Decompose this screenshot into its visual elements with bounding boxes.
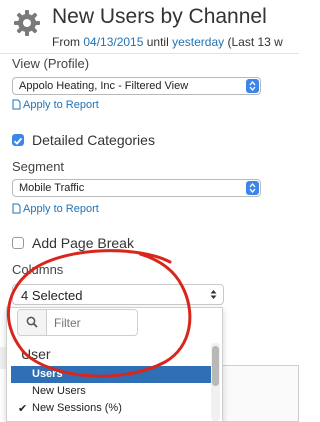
segment-select-toggle[interactable] xyxy=(246,181,259,195)
column-option-users[interactable]: Users xyxy=(11,366,211,383)
view-apply-link[interactable]: Apply to Report xyxy=(12,99,99,111)
columns-dropdown: User Users New Users ✔ New Sessions (%) xyxy=(6,307,223,422)
until-label: until xyxy=(146,35,169,49)
option-label: New Sessions (%) xyxy=(32,402,122,414)
page-break-label: Add Page Break xyxy=(32,235,134,251)
detailed-categories-checkbox[interactable] xyxy=(12,134,24,146)
segment-select-value: Mobile Traffic xyxy=(19,182,85,194)
view-select[interactable]: Appolo Heating, Inc - Filtered View xyxy=(12,77,261,95)
columns-label: Columns xyxy=(12,262,64,277)
filter-box xyxy=(17,309,138,336)
segment-apply-text: Apply to Report xyxy=(23,203,99,215)
page-title: New Users by Channel xyxy=(52,5,267,28)
filter-input[interactable] xyxy=(54,316,134,330)
until-date-link[interactable]: yesterday xyxy=(172,35,224,49)
checkmark-icon xyxy=(13,137,23,145)
option-label: Users xyxy=(32,368,63,380)
chevron-updown-icon xyxy=(210,290,217,299)
view-apply-text: Apply to Report xyxy=(23,99,99,111)
report-header: New Users by Channel From 04/13/2015 unt… xyxy=(0,0,299,54)
columns-multiselect[interactable]: 4 Selected xyxy=(12,284,224,305)
segment-apply-link[interactable]: Apply to Report xyxy=(12,203,99,215)
from-label: From xyxy=(52,35,80,49)
scrollbar-thumb[interactable] xyxy=(212,346,219,386)
checkmark-icon: ✔ xyxy=(18,403,28,415)
chevron-updown-icon xyxy=(249,183,256,193)
from-date-link[interactable]: 04/13/2015 xyxy=(83,35,143,49)
dropdown-scrollbar[interactable] xyxy=(211,343,220,421)
search-icon xyxy=(26,316,38,328)
segment-select[interactable]: Mobile Traffic xyxy=(12,179,261,197)
date-range: From 04/13/2015 until yesterday (Last 13… xyxy=(52,35,283,49)
gear-icon[interactable] xyxy=(13,9,41,37)
detailed-categories-label: Detailed Categories xyxy=(32,132,155,148)
page-break-checkbox[interactable] xyxy=(12,237,24,249)
chevron-updown-icon xyxy=(249,81,256,91)
view-label: View (Profile) xyxy=(12,56,90,71)
document-icon xyxy=(12,203,21,214)
view-select-toggle[interactable] xyxy=(246,79,259,93)
columns-selected-count: 4 Selected xyxy=(21,288,83,303)
report-settings-panel: View (Profile) Appolo Heating, Inc - Fil… xyxy=(0,55,299,422)
segment-label: Segment xyxy=(12,159,65,174)
view-select-value: Appolo Heating, Inc - Filtered View xyxy=(19,80,189,92)
range-note: (Last 13 w xyxy=(227,35,283,49)
filter-icon-box xyxy=(18,310,47,335)
column-option-new-users[interactable]: New Users xyxy=(11,383,211,400)
option-group-label: User xyxy=(21,346,51,362)
option-label: New Users xyxy=(32,385,86,397)
document-icon xyxy=(12,99,21,110)
column-option-new-sessions[interactable]: ✔ New Sessions (%) xyxy=(11,400,211,417)
